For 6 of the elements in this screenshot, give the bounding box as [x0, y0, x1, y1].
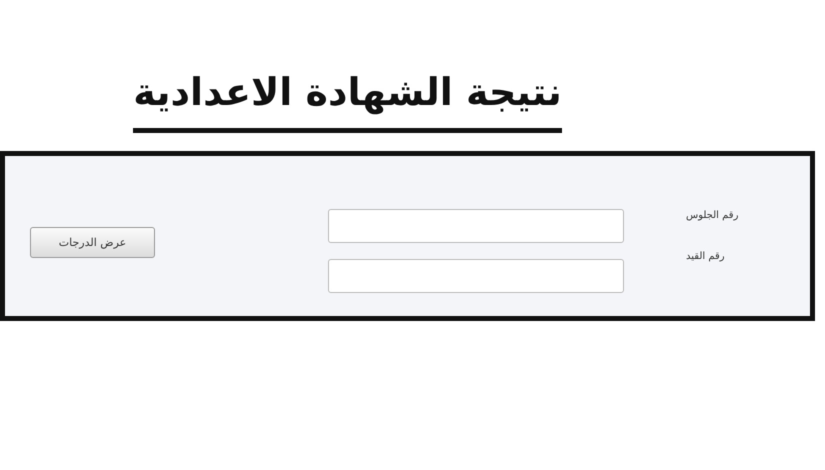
field-label: رقم القيد — [686, 251, 725, 262]
input-field[interactable] — [328, 259, 624, 293]
page-title: نتيجة الشهادة الاعدادية — [133, 62, 562, 133]
field-label: رقم الجلوس — [686, 210, 738, 221]
show-grades-button[interactable]: عرض الدرجات — [30, 226, 155, 258]
input-field[interactable] — [328, 209, 624, 243]
